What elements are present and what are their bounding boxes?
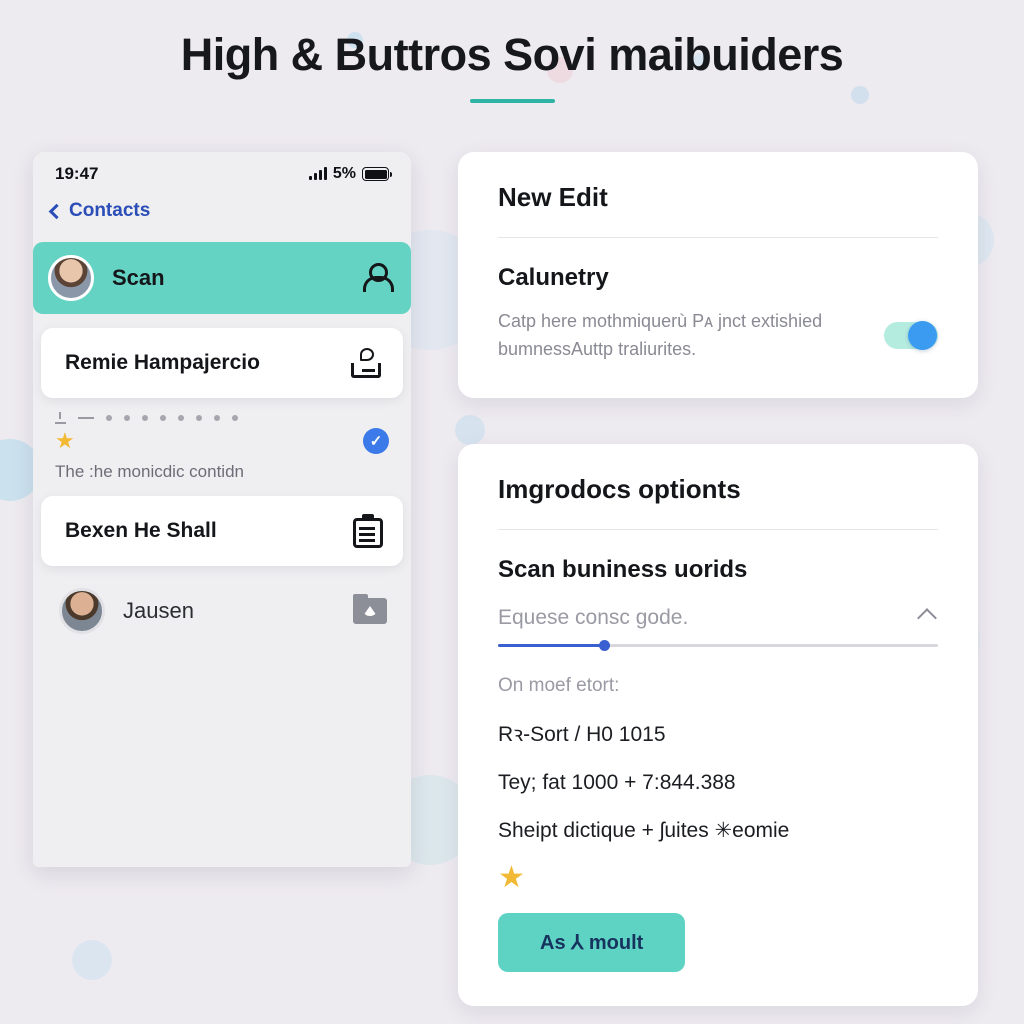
contact-name: Scan bbox=[112, 265, 165, 290]
page-header: High & Buttros Sovi maibuiders bbox=[0, 0, 1024, 132]
status-indicators: 5% bbox=[308, 165, 392, 183]
page-title: High & Buttros Sovi maibuiders bbox=[180, 29, 844, 80]
clipboard-list-icon[interactable] bbox=[353, 514, 383, 548]
divider bbox=[498, 528, 938, 530]
right-column: New Edit Calunetry Catp here mothmiquerù… bbox=[458, 152, 978, 1006]
panel-title: Imgrodocs optionts bbox=[498, 473, 741, 504]
contact-name: Remie Hampajercio bbox=[65, 351, 260, 374]
back-link-contacts[interactable]: Contacts bbox=[69, 200, 150, 222]
dot-indicator bbox=[124, 415, 130, 421]
dot-indicator bbox=[214, 415, 220, 421]
dot-indicator bbox=[106, 415, 112, 421]
phone-mockup-panel: 19:47 5% Contacts Scan Remie Hampajercio bbox=[33, 152, 411, 867]
battery-full-icon bbox=[362, 167, 392, 181]
chevron-left-icon[interactable] bbox=[48, 203, 65, 219]
battery-percent-label: 5% bbox=[332, 165, 356, 182]
meta-line: Tey; fat 1000 + 7:844.388 bbox=[498, 770, 736, 794]
contact-row-jausen[interactable]: Jausen bbox=[33, 566, 411, 634]
divider bbox=[498, 237, 938, 238]
chevron-up-icon[interactable] bbox=[917, 607, 937, 628]
contact-name: Bexen He Shall bbox=[65, 519, 217, 542]
contact-row-bexen[interactable]: Bexen He Shall bbox=[41, 496, 403, 566]
phone-caption: The :he monicdic contidn bbox=[55, 462, 244, 481]
title-underline bbox=[469, 99, 555, 103]
panel-new-edit: New Edit Calunetry Catp here mothmiquerù… bbox=[458, 152, 978, 398]
meta-label: On moef etort: bbox=[498, 674, 620, 696]
download-icon bbox=[55, 412, 66, 424]
dot-indicator bbox=[232, 415, 238, 421]
avatar bbox=[48, 255, 94, 301]
dash-icon bbox=[78, 417, 94, 419]
person-icon[interactable] bbox=[363, 263, 394, 293]
collapse-label: Equese consc gode. bbox=[498, 605, 689, 629]
status-bar: 19:47 5% bbox=[33, 152, 411, 196]
dot-indicator bbox=[160, 415, 166, 421]
contact-row-scan[interactable]: Scan bbox=[33, 242, 411, 314]
nav-bar[interactable]: Contacts bbox=[33, 196, 411, 234]
action-button[interactable]: As ⅄ moult bbox=[498, 912, 686, 972]
progress-slider[interactable] bbox=[498, 639, 938, 651]
panel-subtitle: Scan buniness uorids bbox=[498, 555, 748, 583]
dot-indicator bbox=[142, 415, 148, 421]
dot-indicator bbox=[196, 415, 202, 421]
background-blob bbox=[72, 940, 112, 980]
status-time: 19:47 bbox=[55, 164, 99, 183]
folder-eye-icon[interactable] bbox=[353, 594, 387, 624]
slider-knob[interactable] bbox=[598, 639, 610, 651]
toggle-switch-icon[interactable] bbox=[884, 321, 938, 351]
collapse-row[interactable]: Equese consc gode. bbox=[498, 606, 938, 630]
panel-subtitle: Calunetry bbox=[498, 264, 609, 291]
slider-fill bbox=[498, 643, 604, 647]
toggle-knob[interactable] bbox=[908, 321, 937, 351]
dot-indicator bbox=[178, 415, 184, 421]
contact-row-remie[interactable]: Remie Hampajercio bbox=[41, 328, 403, 398]
panel-body-text: Catp here mothmiquerù Pᴀ jnct extishied … bbox=[498, 311, 823, 359]
dots-strip bbox=[33, 398, 411, 424]
signal-bars-icon bbox=[308, 167, 327, 180]
panel-imgrodocs-options: Imgrodocs optionts Scan buniness uorids … bbox=[458, 443, 978, 1006]
star-check-row: ★ ✓ bbox=[33, 424, 411, 454]
star-icon: ★ bbox=[55, 428, 75, 453]
avatar bbox=[59, 588, 105, 634]
star-icon: ★ bbox=[498, 860, 525, 894]
meta-line: Sheipt dictique + ʃuites ✳eomie bbox=[498, 818, 790, 842]
panel-title: New Edit bbox=[498, 182, 608, 212]
meta-line: Rꝛ-Sort / H0 1015 bbox=[498, 722, 666, 746]
check-circle-icon: ✓ bbox=[363, 428, 389, 454]
card-scanner-icon[interactable] bbox=[349, 348, 383, 378]
contact-name: Jausen bbox=[123, 598, 194, 623]
toggle-block: Catp here mothmiquerù Pᴀ jnct extishied … bbox=[498, 308, 938, 364]
